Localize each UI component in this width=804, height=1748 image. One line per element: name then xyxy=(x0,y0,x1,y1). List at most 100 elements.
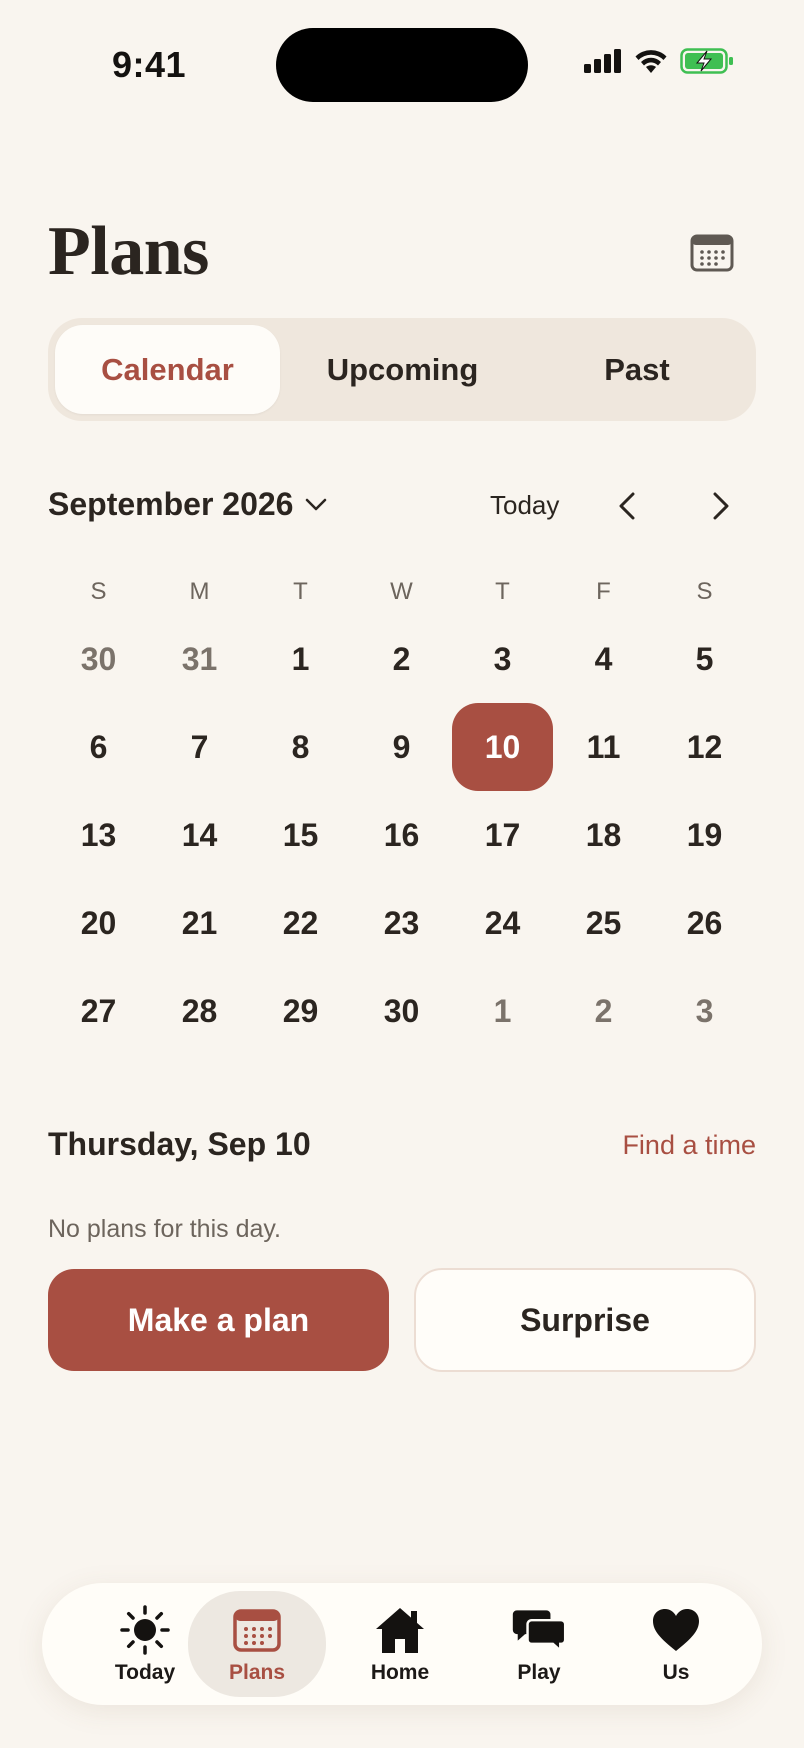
calendar-day-selected[interactable]: 10 xyxy=(452,703,553,791)
calendar-day-number: 25 xyxy=(585,904,622,941)
heart-icon xyxy=(653,1609,699,1651)
weekday-label: M xyxy=(189,578,210,605)
calendar-day[interactable]: 27 xyxy=(48,967,149,1055)
calendar-day[interactable]: 14 xyxy=(149,791,250,879)
calendar-day-number: 15 xyxy=(282,816,319,853)
calendar-day[interactable]: 24 xyxy=(452,879,553,967)
calendar-day[interactable]: 1 xyxy=(452,967,553,1055)
calendar-day-number: 28 xyxy=(181,992,218,1029)
weekday-label: F xyxy=(596,578,611,605)
calendar-day[interactable]: 3 xyxy=(654,967,755,1055)
calendar-day[interactable]: 11 xyxy=(553,703,654,791)
tabbar-label: Plans xyxy=(228,1661,286,1684)
calendar-day-number: 24 xyxy=(484,904,521,941)
calendar-day-number: 22 xyxy=(282,904,319,941)
calendar-day[interactable]: 4 xyxy=(553,615,654,703)
calendar-day[interactable]: 26 xyxy=(654,879,755,967)
tabbar-label: Us xyxy=(662,1661,690,1684)
calendar-day[interactable]: 1 xyxy=(250,615,351,703)
calendar-day-number: 8 xyxy=(291,728,310,765)
page-title: Plans xyxy=(48,213,209,290)
weekday-label: T xyxy=(495,578,510,605)
month-picker[interactable]: September 2026 xyxy=(48,486,327,523)
calendar-day-number: 1 xyxy=(493,992,512,1029)
calendar-day-number: 13 xyxy=(80,816,117,853)
calendar-day[interactable]: 6 xyxy=(48,703,149,791)
tab-calendar[interactable]: Calendar xyxy=(55,325,280,414)
calendar-day-number: 10 xyxy=(452,703,553,791)
wifi-icon xyxy=(635,50,667,73)
battery-charging-icon xyxy=(680,48,733,74)
weekday-label: W xyxy=(390,578,413,605)
calendar-day-number: 4 xyxy=(594,640,613,677)
calendar-day-number: 5 xyxy=(695,640,714,677)
tabbar-item-us[interactable]: Us xyxy=(607,1591,745,1697)
calendar-day[interactable]: 17 xyxy=(452,791,553,879)
surprise-button[interactable]: Surprise xyxy=(414,1268,756,1372)
tab-past[interactable]: Past xyxy=(525,325,749,414)
calendar-day-number: 2 xyxy=(392,640,411,677)
weekday-label: S xyxy=(696,578,713,605)
calendar-day[interactable]: 30 xyxy=(351,967,452,1055)
calendar-day[interactable]: 25 xyxy=(553,879,654,967)
calendar-day[interactable]: 28 xyxy=(149,967,250,1055)
status-time: 9:41 xyxy=(112,44,187,85)
month-label: September 2026 xyxy=(48,486,294,522)
calendar-day[interactable]: 22 xyxy=(250,879,351,967)
calendar-day[interactable]: 12 xyxy=(654,703,755,791)
tab-upcoming[interactable]: Upcoming xyxy=(280,325,525,414)
calendar-day-number: 7 xyxy=(190,728,209,765)
calendar-day-number: 3 xyxy=(493,640,512,677)
calendar-day-number: 2 xyxy=(594,992,613,1029)
today-button[interactable]: Today xyxy=(490,490,559,521)
next-month-button[interactable] xyxy=(700,486,740,526)
calendar-day[interactable]: 3 xyxy=(452,615,553,703)
calendar-day-number: 18 xyxy=(585,816,622,853)
calendar-day-number: 11 xyxy=(586,728,621,765)
status-icons xyxy=(584,48,734,74)
calendar-day[interactable]: 2 xyxy=(351,615,452,703)
calendar-day[interactable]: 9 xyxy=(351,703,452,791)
calendar-day-number: 16 xyxy=(383,816,420,853)
calendar-day-number: 9 xyxy=(392,728,411,765)
tabbar-item-play[interactable]: Play xyxy=(470,1591,608,1697)
chevron-right-icon xyxy=(713,492,729,520)
calendar-day[interactable]: 19 xyxy=(654,791,755,879)
calendar-day-number: 29 xyxy=(282,992,319,1029)
calendar-day[interactable]: 7 xyxy=(149,703,250,791)
calendar-day[interactable]: 5 xyxy=(654,615,755,703)
house-icon xyxy=(376,1608,424,1653)
calendar-day-number: 19 xyxy=(686,816,723,853)
calendar-view-button[interactable] xyxy=(690,232,734,272)
tabbar-label: Home xyxy=(370,1661,430,1684)
find-a-time-link[interactable]: Find a time xyxy=(622,1130,756,1161)
calendar-day-number: 6 xyxy=(89,728,108,765)
calendar-day[interactable]: 16 xyxy=(351,791,452,879)
calendar-day[interactable]: 20 xyxy=(48,879,149,967)
calendar-day[interactable]: 13 xyxy=(48,791,149,879)
calendar-day[interactable]: 31 xyxy=(149,615,250,703)
calendar-day-number: 30 xyxy=(383,992,420,1029)
calendar-day[interactable]: 29 xyxy=(250,967,351,1055)
calendar-day-number: 31 xyxy=(181,640,218,677)
selected-date-label: Thursday, Sep 10 xyxy=(48,1126,311,1162)
calendar-day-number: 26 xyxy=(686,904,723,941)
tabbar-item-home[interactable]: Home xyxy=(331,1591,469,1697)
calendar-day[interactable]: 21 xyxy=(149,879,250,967)
calendar-day-number: 23 xyxy=(383,904,420,941)
make-a-plan-button[interactable]: Make a plan xyxy=(48,1269,389,1371)
calendar-grid: 30 31 1 2 3 4 5 6 7 8 9 10 11 12 13 14 15 16 17 18 19 20 21 22 2… xyxy=(48,615,756,1055)
calendar-day[interactable]: 8 xyxy=(250,703,351,791)
previous-month-button[interactable] xyxy=(608,486,648,526)
calendar-day[interactable]: 18 xyxy=(553,791,654,879)
calendar-day[interactable]: 15 xyxy=(250,791,351,879)
calendar-day[interactable]: 2 xyxy=(553,967,654,1055)
calendar-day[interactable]: 30 xyxy=(48,615,149,703)
sun-icon xyxy=(120,1605,170,1655)
weekday-label: T xyxy=(293,578,308,605)
calendar-day-number: 1 xyxy=(291,640,310,677)
calendar-day[interactable]: 23 xyxy=(351,879,452,967)
tabbar-item-plans[interactable]: Plans xyxy=(188,1591,326,1697)
calendar-day-number: 17 xyxy=(484,816,521,853)
month-header: September 2026 Today xyxy=(48,484,756,528)
